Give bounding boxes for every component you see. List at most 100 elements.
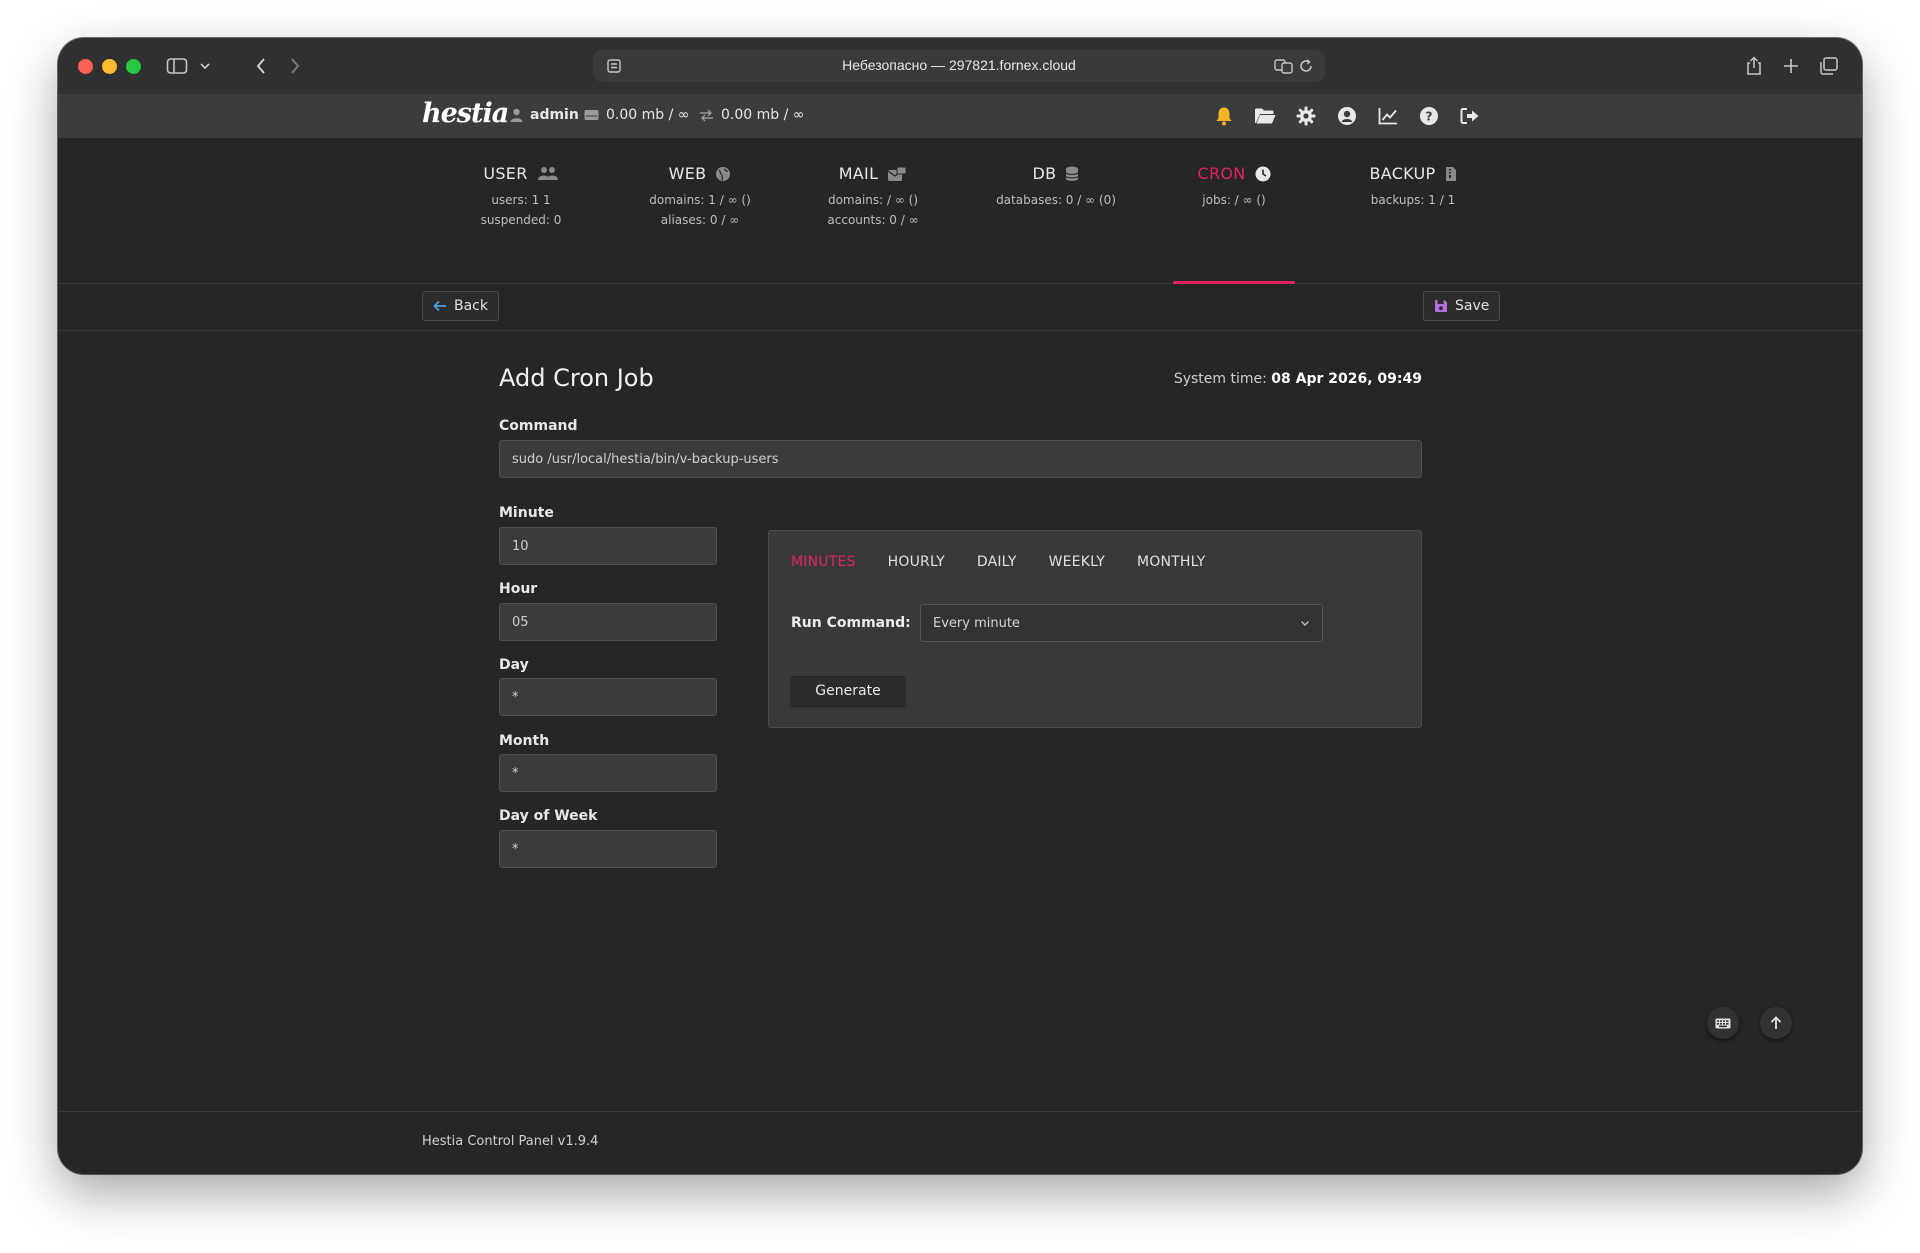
system-time: System time: 08 Apr 2026, 09:49 <box>1174 371 1422 387</box>
floppy-disk-icon <box>1435 300 1447 312</box>
page-title: Add Cron Job <box>499 364 654 392</box>
username: admin <box>530 107 579 123</box>
minute-input[interactable]: 10 <box>499 527 717 565</box>
mailbox-icon <box>887 166 907 181</box>
user-icon <box>510 108 523 122</box>
web-domains-count: domains: 1 / ∞ () <box>649 193 751 207</box>
tab-monthly[interactable]: MONTHLY <box>1137 554 1206 570</box>
mail-accounts-count: accounts: 0 / ∞ <box>827 213 919 227</box>
month-label: Month <box>499 733 550 749</box>
logout-icon[interactable] <box>1459 105 1481 127</box>
tab-minutes[interactable]: MINUTES <box>791 554 856 570</box>
file-archive-icon <box>1445 166 1456 181</box>
tab-web[interactable]: WEB domains: 1 / ∞ () aliases: 0 / ∞ <box>630 164 770 227</box>
arrow-up-icon <box>1770 1016 1782 1029</box>
user-indicator[interactable]: admin <box>510 107 579 123</box>
month-input[interactable]: * <box>499 754 717 792</box>
tab-mail[interactable]: MAIL domains: / ∞ () accounts: 0 / ∞ <box>803 164 943 227</box>
tab-user-label: USER <box>483 164 528 183</box>
users-count: users: 1 1 <box>491 193 551 207</box>
reload-icon[interactable] <box>1295 52 1317 80</box>
hour-input[interactable]: 05 <box>499 603 717 641</box>
tab-backup[interactable]: BACKUP backups: 1 / 1 <box>1348 164 1478 207</box>
disk-usage-value: 0.00 mb / ∞ <box>606 107 690 123</box>
sidebar-icon <box>166 58 188 74</box>
notifications-bell-icon[interactable] <box>1213 105 1235 127</box>
svg-text:?: ? <box>1426 110 1433 124</box>
tab-cron-label: CRON <box>1197 164 1246 183</box>
tab-weekly[interactable]: WEEKLY <box>1049 554 1105 570</box>
tab-mail-label: MAIL <box>838 164 879 183</box>
chevron-down-icon <box>200 63 210 70</box>
close-window-button[interactable] <box>78 59 93 74</box>
minimize-window-button[interactable] <box>102 59 117 74</box>
tab-db-label: DB <box>1032 164 1057 183</box>
databases-count: databases: 0 / ∞ (0) <box>996 193 1116 207</box>
backups-count: backups: 1 / 1 <box>1370 193 1456 207</box>
run-command-value: Every minute <box>933 615 1020 631</box>
tab-cron[interactable]: CRON jobs: / ∞ () <box>1169 164 1299 207</box>
file-manager-icon[interactable] <box>1254 105 1276 127</box>
cron-jobs-count: jobs: / ∞ () <box>1202 193 1266 207</box>
command-label: Command <box>499 418 578 434</box>
tab-hourly[interactable]: HOURLY <box>888 554 945 570</box>
sidebar-toggle-button[interactable] <box>162 52 216 80</box>
generator-tabs: MINUTES HOURLY DAILY WEEKLY MONTHLY <box>791 554 1206 570</box>
day-label: Day <box>499 657 529 673</box>
system-time-value: 08 Apr 2026, 09:49 <box>1271 371 1422 387</box>
hard-drive-icon <box>584 110 599 120</box>
scroll-to-top-button[interactable] <box>1760 1007 1792 1039</box>
hestia-logo[interactable]: hestia <box>422 98 509 129</box>
share-icon[interactable] <box>1741 52 1767 80</box>
bandwidth-usage: 0.00 mb / ∞ <box>699 107 804 123</box>
main-content: Add Cron Job System time: 08 Apr 2026, 0… <box>58 331 1862 1111</box>
hour-label: Hour <box>499 581 538 597</box>
hestia-topbar: hestia admin 0.00 mb / ∞ 0.00 mb / ∞ ? <box>58 94 1862 139</box>
back-button[interactable]: Back <box>422 291 499 321</box>
zoom-window-button[interactable] <box>126 59 141 74</box>
tab-daily[interactable]: DAILY <box>977 554 1017 570</box>
back-button-label: Back <box>454 298 488 314</box>
new-tab-icon[interactable] <box>1778 52 1804 80</box>
url-text: Небезопасно — 297821.fornex.cloud <box>842 57 1076 73</box>
users-icon <box>537 166 558 180</box>
arrow-left-icon <box>433 300 446 312</box>
tab-user[interactable]: USER users: 1 1 suspended: 0 <box>461 164 581 227</box>
statistics-chart-icon[interactable] <box>1377 105 1399 127</box>
save-button-label: Save <box>1455 298 1490 314</box>
chevron-down-icon <box>1301 621 1309 626</box>
stats-nav: USER users: 1 1 suspended: 0 WEB domains… <box>58 138 1862 284</box>
forward-nav-button[interactable] <box>280 52 310 80</box>
day-input[interactable]: * <box>499 678 717 716</box>
help-icon[interactable]: ? <box>1418 105 1440 127</box>
database-icon <box>1065 166 1079 181</box>
chevron-right-icon <box>291 58 300 74</box>
mail-domains-count: domains: / ∞ () <box>827 193 919 207</box>
web-aliases-count: aliases: 0 / ∞ <box>660 213 740 227</box>
settings-gear-icon[interactable] <box>1295 105 1317 127</box>
run-command-label: Run Command: <box>791 615 911 631</box>
translate-icon[interactable] <box>1273 52 1295 80</box>
globe-icon <box>716 166 731 181</box>
keyboard-shortcuts-button[interactable] <box>1707 1007 1739 1039</box>
run-command-select[interactable]: Every minute <box>920 604 1323 642</box>
back-nav-button[interactable] <box>246 52 276 80</box>
address-bar[interactable]: Небезопасно — 297821.fornex.cloud <box>593 50 1325 82</box>
clock-icon <box>1255 166 1271 181</box>
tab-overview-icon[interactable] <box>1816 52 1842 80</box>
cron-generator-panel: MINUTES HOURLY DAILY WEEKLY MONTHLY Run … <box>768 530 1422 728</box>
day-of-week-input[interactable]: * <box>499 830 717 868</box>
account-circle-icon[interactable] <box>1336 105 1358 127</box>
page-footer: Hestia Control Panel v1.9.4 <box>58 1111 1862 1174</box>
save-button[interactable]: Save <box>1423 291 1501 321</box>
minute-label: Minute <box>499 505 554 521</box>
suspended-count: suspended: 0 <box>480 213 562 227</box>
generate-button[interactable]: Generate <box>791 676 905 706</box>
tab-backup-label: BACKUP <box>1369 164 1436 183</box>
footer-version: Hestia Control Panel v1.9.4 <box>422 1134 599 1149</box>
browser-window: Небезопасно — 297821.fornex.cloud hestia… <box>58 38 1862 1174</box>
tab-db[interactable]: DB databases: 0 / ∞ (0) <box>976 164 1136 207</box>
system-time-label: System time: <box>1173 371 1267 387</box>
command-input[interactable]: sudo /usr/local/hestia/bin/v-backup-user… <box>499 440 1422 478</box>
chevron-left-icon <box>256 58 265 74</box>
